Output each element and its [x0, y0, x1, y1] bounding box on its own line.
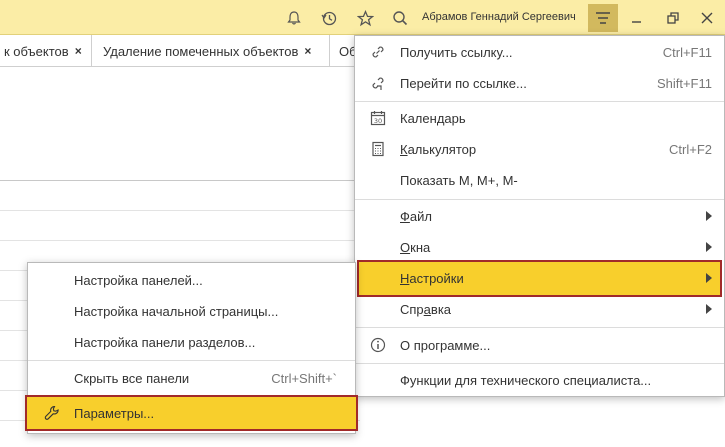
search-icon[interactable] [390, 8, 410, 28]
menu-item-about[interactable]: О программе... [355, 330, 724, 360]
top-bar: Абрамов Геннадий Сергеевич [0, 0, 725, 35]
link-icon [369, 43, 387, 61]
tab-delete-marked-objects[interactable]: Удаление помеченных объектов × [92, 35, 330, 67]
submenu-item-parameters[interactable]: Параметры... [25, 395, 358, 431]
bell-icon[interactable] [284, 8, 304, 28]
tab-label: Удаление помеченных объектов [103, 43, 299, 59]
menu-item-calculator[interactable]: Калькулятор Ctrl+F2 [355, 134, 724, 164]
submenu-item-hide-all-panels[interactable]: Скрыть все панели Ctrl+Shift+` [28, 363, 355, 393]
calculator-icon [369, 140, 387, 158]
close-tab-icon[interactable]: × [75, 44, 82, 58]
menu-item-settings[interactable]: Настройки [357, 260, 722, 297]
user-name[interactable]: Абрамов Геннадий Сергеевич [422, 11, 576, 23]
menu-item-help[interactable]: Справка [355, 294, 724, 324]
list-divider [0, 240, 360, 241]
close-icon[interactable] [698, 8, 716, 28]
star-icon[interactable] [355, 8, 375, 28]
goto-link-icon [369, 74, 387, 92]
list-divider [0, 210, 360, 211]
close-tab-icon[interactable]: × [304, 44, 311, 58]
list-divider [0, 180, 360, 181]
menu-item-tech-functions[interactable]: Функции для технического специалиста... [355, 365, 724, 395]
submenu-item-panel-settings[interactable]: Настройка панелей... [28, 265, 355, 295]
menu-separator [355, 199, 724, 200]
chevron-right-icon [706, 304, 712, 314]
main-menu-icon[interactable] [588, 4, 618, 32]
main-menu-dropdown: Получить ссылку... Ctrl+F11 Перейти по с… [354, 35, 725, 397]
menu-separator [355, 101, 724, 102]
menu-item-goto-link[interactable]: Перейти по ссылке... Shift+F11 [355, 68, 724, 98]
tab-label: к объектов [4, 43, 69, 59]
menu-item-show-memory[interactable]: Показать M, M+, M- [355, 165, 724, 195]
info-icon [369, 336, 387, 354]
menu-item-calendar[interactable]: 30 Календарь [355, 103, 724, 133]
wrench-icon [43, 404, 61, 422]
submenu-item-sections-panel-settings[interactable]: Настройка панели разделов... [28, 327, 355, 357]
chevron-right-icon [706, 273, 712, 283]
menu-item-file[interactable]: Файл [355, 201, 724, 231]
menu-separator [28, 360, 355, 361]
settings-submenu: Настройка панелей... Настройка начальной… [25, 262, 358, 434]
chevron-right-icon [706, 211, 712, 221]
menu-item-windows[interactable]: Окна [355, 232, 724, 262]
chevron-right-icon [706, 242, 712, 252]
calendar-icon: 30 [369, 109, 387, 127]
menu-item-get-link[interactable]: Получить ссылку... Ctrl+F11 [355, 37, 724, 67]
submenu-item-start-page-settings[interactable]: Настройка начальной страницы... [28, 296, 355, 326]
tab-objects[interactable]: к объектов × [0, 35, 92, 67]
menu-separator [355, 327, 724, 328]
menu-separator [355, 363, 724, 364]
restore-icon[interactable] [664, 8, 682, 28]
history-icon[interactable] [319, 8, 339, 28]
minimize-icon[interactable] [628, 8, 646, 28]
svg-text:30: 30 [374, 117, 382, 125]
